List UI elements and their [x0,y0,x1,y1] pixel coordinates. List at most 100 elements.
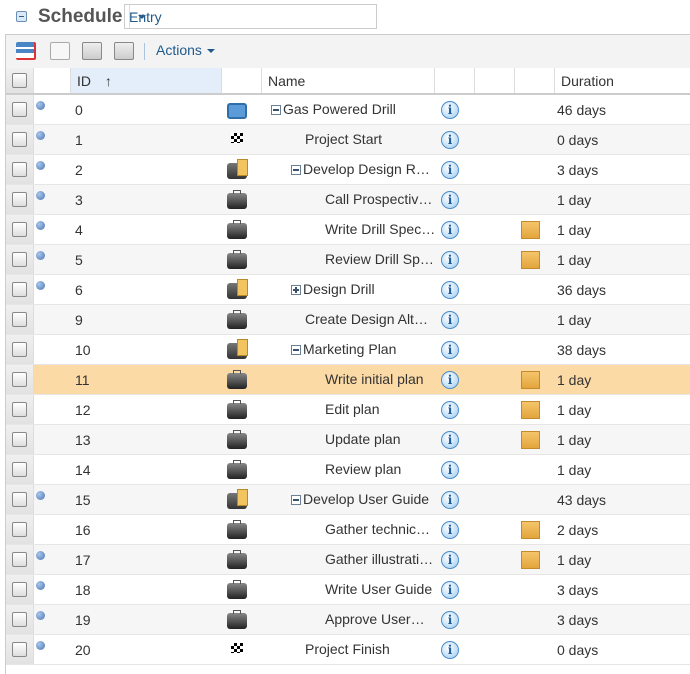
note-icon[interactable] [521,371,540,389]
row-checkbox[interactable] [12,252,27,267]
info-column-header[interactable] [435,68,475,93]
info-icon[interactable]: i [441,281,459,299]
info-icon[interactable]: i [441,401,459,419]
info-icon[interactable]: i [441,341,459,359]
table-row[interactable]: 3 Call Prospectiv… i 1 day [6,185,690,215]
row-checkbox[interactable] [12,402,27,417]
row-checkbox[interactable] [12,522,27,537]
outline-icon[interactable] [16,42,36,60]
collapse-toggle-icon[interactable] [291,345,301,355]
info-icon[interactable]: i [441,431,459,449]
row-name[interactable]: Project Finish [263,635,436,664]
select-all-checkbox[interactable] [12,73,27,88]
table-row[interactable]: 15 Develop User Guide i 43 days [6,485,690,515]
row-checkbox[interactable] [12,102,27,117]
row-checkbox[interactable] [12,552,27,567]
row-checkbox[interactable] [12,462,27,477]
name-column-header[interactable]: Name [262,68,435,93]
table-row[interactable]: 5 Review Drill Sp… i 1 day [6,245,690,275]
info-icon[interactable]: i [441,521,459,539]
table-row[interactable]: 1 Project Start i 0 days [6,125,690,155]
actions-menu-button[interactable]: Actions [156,42,215,58]
collapse-toggle-icon[interactable] [291,495,301,505]
table-row[interactable]: 20 Project Finish i 0 days [6,635,690,665]
note-icon[interactable] [521,251,540,269]
table-row[interactable]: 17 Gather illustrati… i 1 day [6,545,690,575]
row-checkbox[interactable] [12,222,27,237]
table-row[interactable]: 16 Gather technic… i 2 days [6,515,690,545]
info-icon[interactable]: i [441,581,459,599]
row-name[interactable]: Develop Design R… [263,155,436,184]
info-icon[interactable]: i [441,161,459,179]
collapse-toggle-icon[interactable] [291,165,301,175]
row-checkbox[interactable] [12,372,27,387]
indicator2-column-header[interactable] [475,68,515,93]
row-name[interactable]: Call Prospectiv… [263,185,436,214]
table-row[interactable]: 14 Review plan i 1 day [6,455,690,485]
row-name[interactable]: Gather illustrati… [263,545,436,574]
info-icon[interactable]: i [441,191,459,209]
chevron-down-icon[interactable] [129,5,153,28]
note-icon[interactable] [521,431,540,449]
row-checkbox[interactable] [12,132,27,147]
collapse-section-icon[interactable] [16,11,27,22]
table-row[interactable]: 18 Write User Guide i 3 days [6,575,690,605]
info-icon[interactable]: i [441,131,459,149]
row-name[interactable]: Gather technic… [263,515,436,544]
row-checkbox[interactable] [12,192,27,207]
row-checkbox[interactable] [12,282,27,297]
id-column-header[interactable]: ID ↑ [71,68,222,93]
row-checkbox[interactable] [12,342,27,357]
table-row[interactable]: 11 Write initial plan i 1 day [6,365,690,395]
table-row[interactable]: 13 Update plan i 1 day [6,425,690,455]
info-icon[interactable]: i [441,461,459,479]
note-icon[interactable] [521,551,540,569]
table-row[interactable]: 9 Create Design Alt… i 1 day [6,305,690,335]
row-name[interactable]: Approve User… [263,605,436,634]
info-icon[interactable]: i [441,251,459,269]
info-icon[interactable]: i [441,101,459,119]
row-name[interactable]: Update plan [263,425,436,454]
table-row[interactable]: 0 Gas Powered Drill i 46 days [6,95,690,125]
row-name[interactable]: Project Start [263,125,436,154]
row-name[interactable]: Review Drill Sp… [263,245,436,274]
duration-column-header[interactable]: Duration [555,68,690,93]
row-checkbox[interactable] [12,162,27,177]
notes-column-header[interactable] [515,68,555,93]
info-icon[interactable]: i [441,311,459,329]
row-name[interactable]: Write Drill Spec… [263,215,436,244]
info-icon[interactable]: i [441,491,459,509]
row-checkbox[interactable] [12,312,27,327]
row-name[interactable]: Design Drill [263,275,436,304]
info-icon[interactable]: i [441,551,459,569]
note-icon[interactable] [521,221,540,239]
row-name[interactable]: Gas Powered Drill [263,95,436,124]
row-name[interactable]: Develop User Guide [263,485,436,514]
row-name[interactable]: Write initial plan [263,365,436,394]
row-checkbox[interactable] [12,582,27,597]
expand-toggle-icon[interactable] [291,285,301,295]
note-icon[interactable] [521,521,540,539]
row-checkbox[interactable] [12,612,27,627]
row-name[interactable]: Create Design Alt… [263,305,436,334]
row-name[interactable]: Marketing Plan [263,335,436,364]
row-checkbox[interactable] [12,432,27,447]
indent-icon[interactable] [114,42,134,60]
row-checkbox[interactable] [12,492,27,507]
note-icon[interactable] [521,401,540,419]
info-icon[interactable]: i [441,641,459,659]
info-icon[interactable]: i [441,611,459,629]
row-name[interactable]: Edit plan [263,395,436,424]
info-icon[interactable]: i [441,371,459,389]
row-name[interactable]: Review plan [263,455,436,484]
type-column-header[interactable] [222,68,262,93]
table-row[interactable]: 10 Marketing Plan i 38 days [6,335,690,365]
row-name[interactable]: Write User Guide [263,575,436,604]
table-row[interactable]: 19 Approve User… i 3 days [6,605,690,635]
row-checkbox[interactable] [12,642,27,657]
collapse-toggle-icon[interactable] [271,105,281,115]
table-row[interactable]: 6 Design Drill i 36 days [6,275,690,305]
copy-icon[interactable] [50,42,70,60]
info-icon[interactable]: i [441,221,459,239]
table-row[interactable]: 4 Write Drill Spec… i 1 day [6,215,690,245]
